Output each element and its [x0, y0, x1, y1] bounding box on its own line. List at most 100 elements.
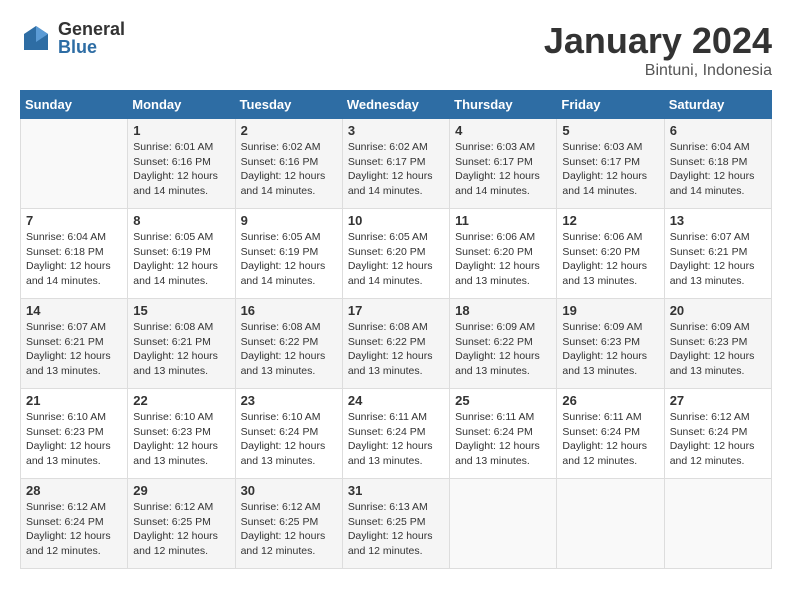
calendar-cell: 1 Sunrise: 6:01 AM Sunset: 6:16 PM Daylig… [128, 119, 235, 209]
calendar-cell: 27Sunrise: 6:12 AM Sunset: 6:24 PM Dayli… [664, 389, 771, 479]
day-number: 2 [241, 123, 337, 138]
calendar-cell [450, 479, 557, 569]
day-info: Sunrise: 6:05 AM Sunset: 6:19 PM Dayligh… [241, 230, 337, 289]
calendar-cell: 29 Sunrise: 6:12 AM Sunset: 6:25 PM Dayli… [128, 479, 235, 569]
day-info: Sunrise: 6:11 AM Sunset: 6:24 PM Dayligh… [562, 410, 658, 469]
day-info: Sunrise: 6:11 AM Sunset: 6:24 PM Dayligh… [348, 410, 444, 469]
day-info: Sunrise: 6:01 AM Sunset: 6:16 PM Dayligh… [133, 140, 229, 199]
subtitle: Bintuni, Indonesia [544, 62, 772, 80]
day-info: Sunrise: 6:06 AM Sunset: 6:20 PM Dayligh… [562, 230, 658, 289]
calendar-cell: 21 Sunrise: 6:10 AM Sunset: 6:23 PM Dayli… [21, 389, 128, 479]
day-number: 5 [562, 123, 658, 138]
day-info: Sunrise: 6:02 AM Sunset: 6:16 PM Dayligh… [241, 140, 337, 199]
day-number: 29 [133, 483, 229, 498]
day-number: 17 [348, 303, 444, 318]
main-title: January 2024 [544, 20, 772, 62]
calendar-table: SundayMondayTuesdayWednesdayThursdayFrid… [20, 90, 772, 569]
day-info: Sunrise: 6:03 AM Sunset: 6:17 PM Dayligh… [455, 140, 551, 199]
day-number: 26 [562, 393, 658, 408]
day-number: 16 [241, 303, 337, 318]
calendar-cell: 10 Sunrise: 6:05 AM Sunset: 6:20 PM Dayli… [342, 209, 449, 299]
day-info: Sunrise: 6:08 AM Sunset: 6:22 PM Dayligh… [348, 320, 444, 379]
calendar-week-4: 21 Sunrise: 6:10 AM Sunset: 6:23 PM Dayli… [21, 389, 772, 479]
calendar-cell [557, 479, 664, 569]
day-info: Sunrise: 6:12 AM Sunset: 6:24 PM Dayligh… [26, 500, 122, 559]
day-number: 15 [133, 303, 229, 318]
day-number: 8 [133, 213, 229, 228]
calendar-week-1: 1 Sunrise: 6:01 AM Sunset: 6:16 PM Daylig… [21, 119, 772, 209]
day-number: 25 [455, 393, 551, 408]
day-header-thursday: Thursday [450, 91, 557, 119]
calendar-cell: 30Sunrise: 6:12 AM Sunset: 6:25 PM Dayli… [235, 479, 342, 569]
day-number: 20 [670, 303, 766, 318]
day-number: 11 [455, 213, 551, 228]
day-number: 21 [26, 393, 122, 408]
calendar-cell: 28Sunrise: 6:12 AM Sunset: 6:24 PM Dayli… [21, 479, 128, 569]
day-number: 7 [26, 213, 122, 228]
day-header-tuesday: Tuesday [235, 91, 342, 119]
calendar-cell: 8 Sunrise: 6:05 AM Sunset: 6:19 PM Daylig… [128, 209, 235, 299]
day-number: 23 [241, 393, 337, 408]
calendar-cell: 12Sunrise: 6:06 AM Sunset: 6:20 PM Dayli… [557, 209, 664, 299]
calendar-cell: 19 Sunrise: 6:09 AM Sunset: 6:23 PM Dayli… [557, 299, 664, 389]
day-number: 4 [455, 123, 551, 138]
day-number: 18 [455, 303, 551, 318]
day-info: Sunrise: 6:12 AM Sunset: 6:25 PM Dayligh… [133, 500, 229, 559]
calendar-cell: 25 Sunrise: 6:11 AM Sunset: 6:24 PM Dayli… [450, 389, 557, 479]
day-info: Sunrise: 6:09 AM Sunset: 6:23 PM Dayligh… [562, 320, 658, 379]
calendar-cell [664, 479, 771, 569]
logo-blue: Blue [58, 38, 125, 56]
calendar-cell: 23Sunrise: 6:10 AM Sunset: 6:24 PM Dayli… [235, 389, 342, 479]
day-number: 24 [348, 393, 444, 408]
logo-text: General Blue [58, 20, 125, 56]
calendar-cell: 24 Sunrise: 6:11 AM Sunset: 6:24 PM Dayli… [342, 389, 449, 479]
calendar-cell: 5 Sunrise: 6:03 AM Sunset: 6:17 PM Daylig… [557, 119, 664, 209]
day-info: Sunrise: 6:08 AM Sunset: 6:22 PM Dayligh… [241, 320, 337, 379]
calendar-cell: 22Sunrise: 6:10 AM Sunset: 6:23 PM Dayli… [128, 389, 235, 479]
day-info: Sunrise: 6:04 AM Sunset: 6:18 PM Dayligh… [670, 140, 766, 199]
day-info: Sunrise: 6:04 AM Sunset: 6:18 PM Dayligh… [26, 230, 122, 289]
logo: General Blue [20, 20, 125, 56]
calendar-cell: 20Sunrise: 6:09 AM Sunset: 6:23 PM Dayli… [664, 299, 771, 389]
day-info: Sunrise: 6:13 AM Sunset: 6:25 PM Dayligh… [348, 500, 444, 559]
day-number: 31 [348, 483, 444, 498]
calendar-cell: 3Sunrise: 6:02 AM Sunset: 6:17 PM Daylig… [342, 119, 449, 209]
day-number: 13 [670, 213, 766, 228]
day-header-monday: Monday [128, 91, 235, 119]
day-info: Sunrise: 6:08 AM Sunset: 6:21 PM Dayligh… [133, 320, 229, 379]
day-info: Sunrise: 6:03 AM Sunset: 6:17 PM Dayligh… [562, 140, 658, 199]
day-number: 27 [670, 393, 766, 408]
calendar-cell: 17 Sunrise: 6:08 AM Sunset: 6:22 PM Dayli… [342, 299, 449, 389]
day-number: 9 [241, 213, 337, 228]
day-info: Sunrise: 6:10 AM Sunset: 6:23 PM Dayligh… [133, 410, 229, 469]
calendar-cell: 26 Sunrise: 6:11 AM Sunset: 6:24 PM Dayli… [557, 389, 664, 479]
calendar-cell: 16 Sunrise: 6:08 AM Sunset: 6:22 PM Dayli… [235, 299, 342, 389]
day-number: 6 [670, 123, 766, 138]
day-number: 14 [26, 303, 122, 318]
calendar-cell: 18Sunrise: 6:09 AM Sunset: 6:22 PM Dayli… [450, 299, 557, 389]
day-info: Sunrise: 6:11 AM Sunset: 6:24 PM Dayligh… [455, 410, 551, 469]
day-header-sunday: Sunday [21, 91, 128, 119]
day-info: Sunrise: 6:05 AM Sunset: 6:19 PM Dayligh… [133, 230, 229, 289]
day-number: 19 [562, 303, 658, 318]
day-number: 10 [348, 213, 444, 228]
day-header-saturday: Saturday [664, 91, 771, 119]
calendar-header-row: SundayMondayTuesdayWednesdayThursdayFrid… [21, 91, 772, 119]
day-info: Sunrise: 6:02 AM Sunset: 6:17 PM Dayligh… [348, 140, 444, 199]
logo-icon [20, 22, 52, 54]
day-info: Sunrise: 6:05 AM Sunset: 6:20 PM Dayligh… [348, 230, 444, 289]
calendar-body: 1 Sunrise: 6:01 AM Sunset: 6:16 PM Daylig… [21, 119, 772, 569]
calendar-cell: 6 Sunrise: 6:04 AM Sunset: 6:18 PM Daylig… [664, 119, 771, 209]
day-info: Sunrise: 6:10 AM Sunset: 6:23 PM Dayligh… [26, 410, 122, 469]
calendar-week-2: 7 Sunrise: 6:04 AM Sunset: 6:18 PM Daylig… [21, 209, 772, 299]
day-info: Sunrise: 6:07 AM Sunset: 6:21 PM Dayligh… [26, 320, 122, 379]
calendar-week-5: 28Sunrise: 6:12 AM Sunset: 6:24 PM Dayli… [21, 479, 772, 569]
day-info: Sunrise: 6:07 AM Sunset: 6:21 PM Dayligh… [670, 230, 766, 289]
calendar-week-3: 14 Sunrise: 6:07 AM Sunset: 6:21 PM Dayli… [21, 299, 772, 389]
day-header-wednesday: Wednesday [342, 91, 449, 119]
day-number: 1 [133, 123, 229, 138]
calendar-cell [21, 119, 128, 209]
day-info: Sunrise: 6:12 AM Sunset: 6:25 PM Dayligh… [241, 500, 337, 559]
day-info: Sunrise: 6:06 AM Sunset: 6:20 PM Dayligh… [455, 230, 551, 289]
calendar-cell: 15 Sunrise: 6:08 AM Sunset: 6:21 PM Dayli… [128, 299, 235, 389]
